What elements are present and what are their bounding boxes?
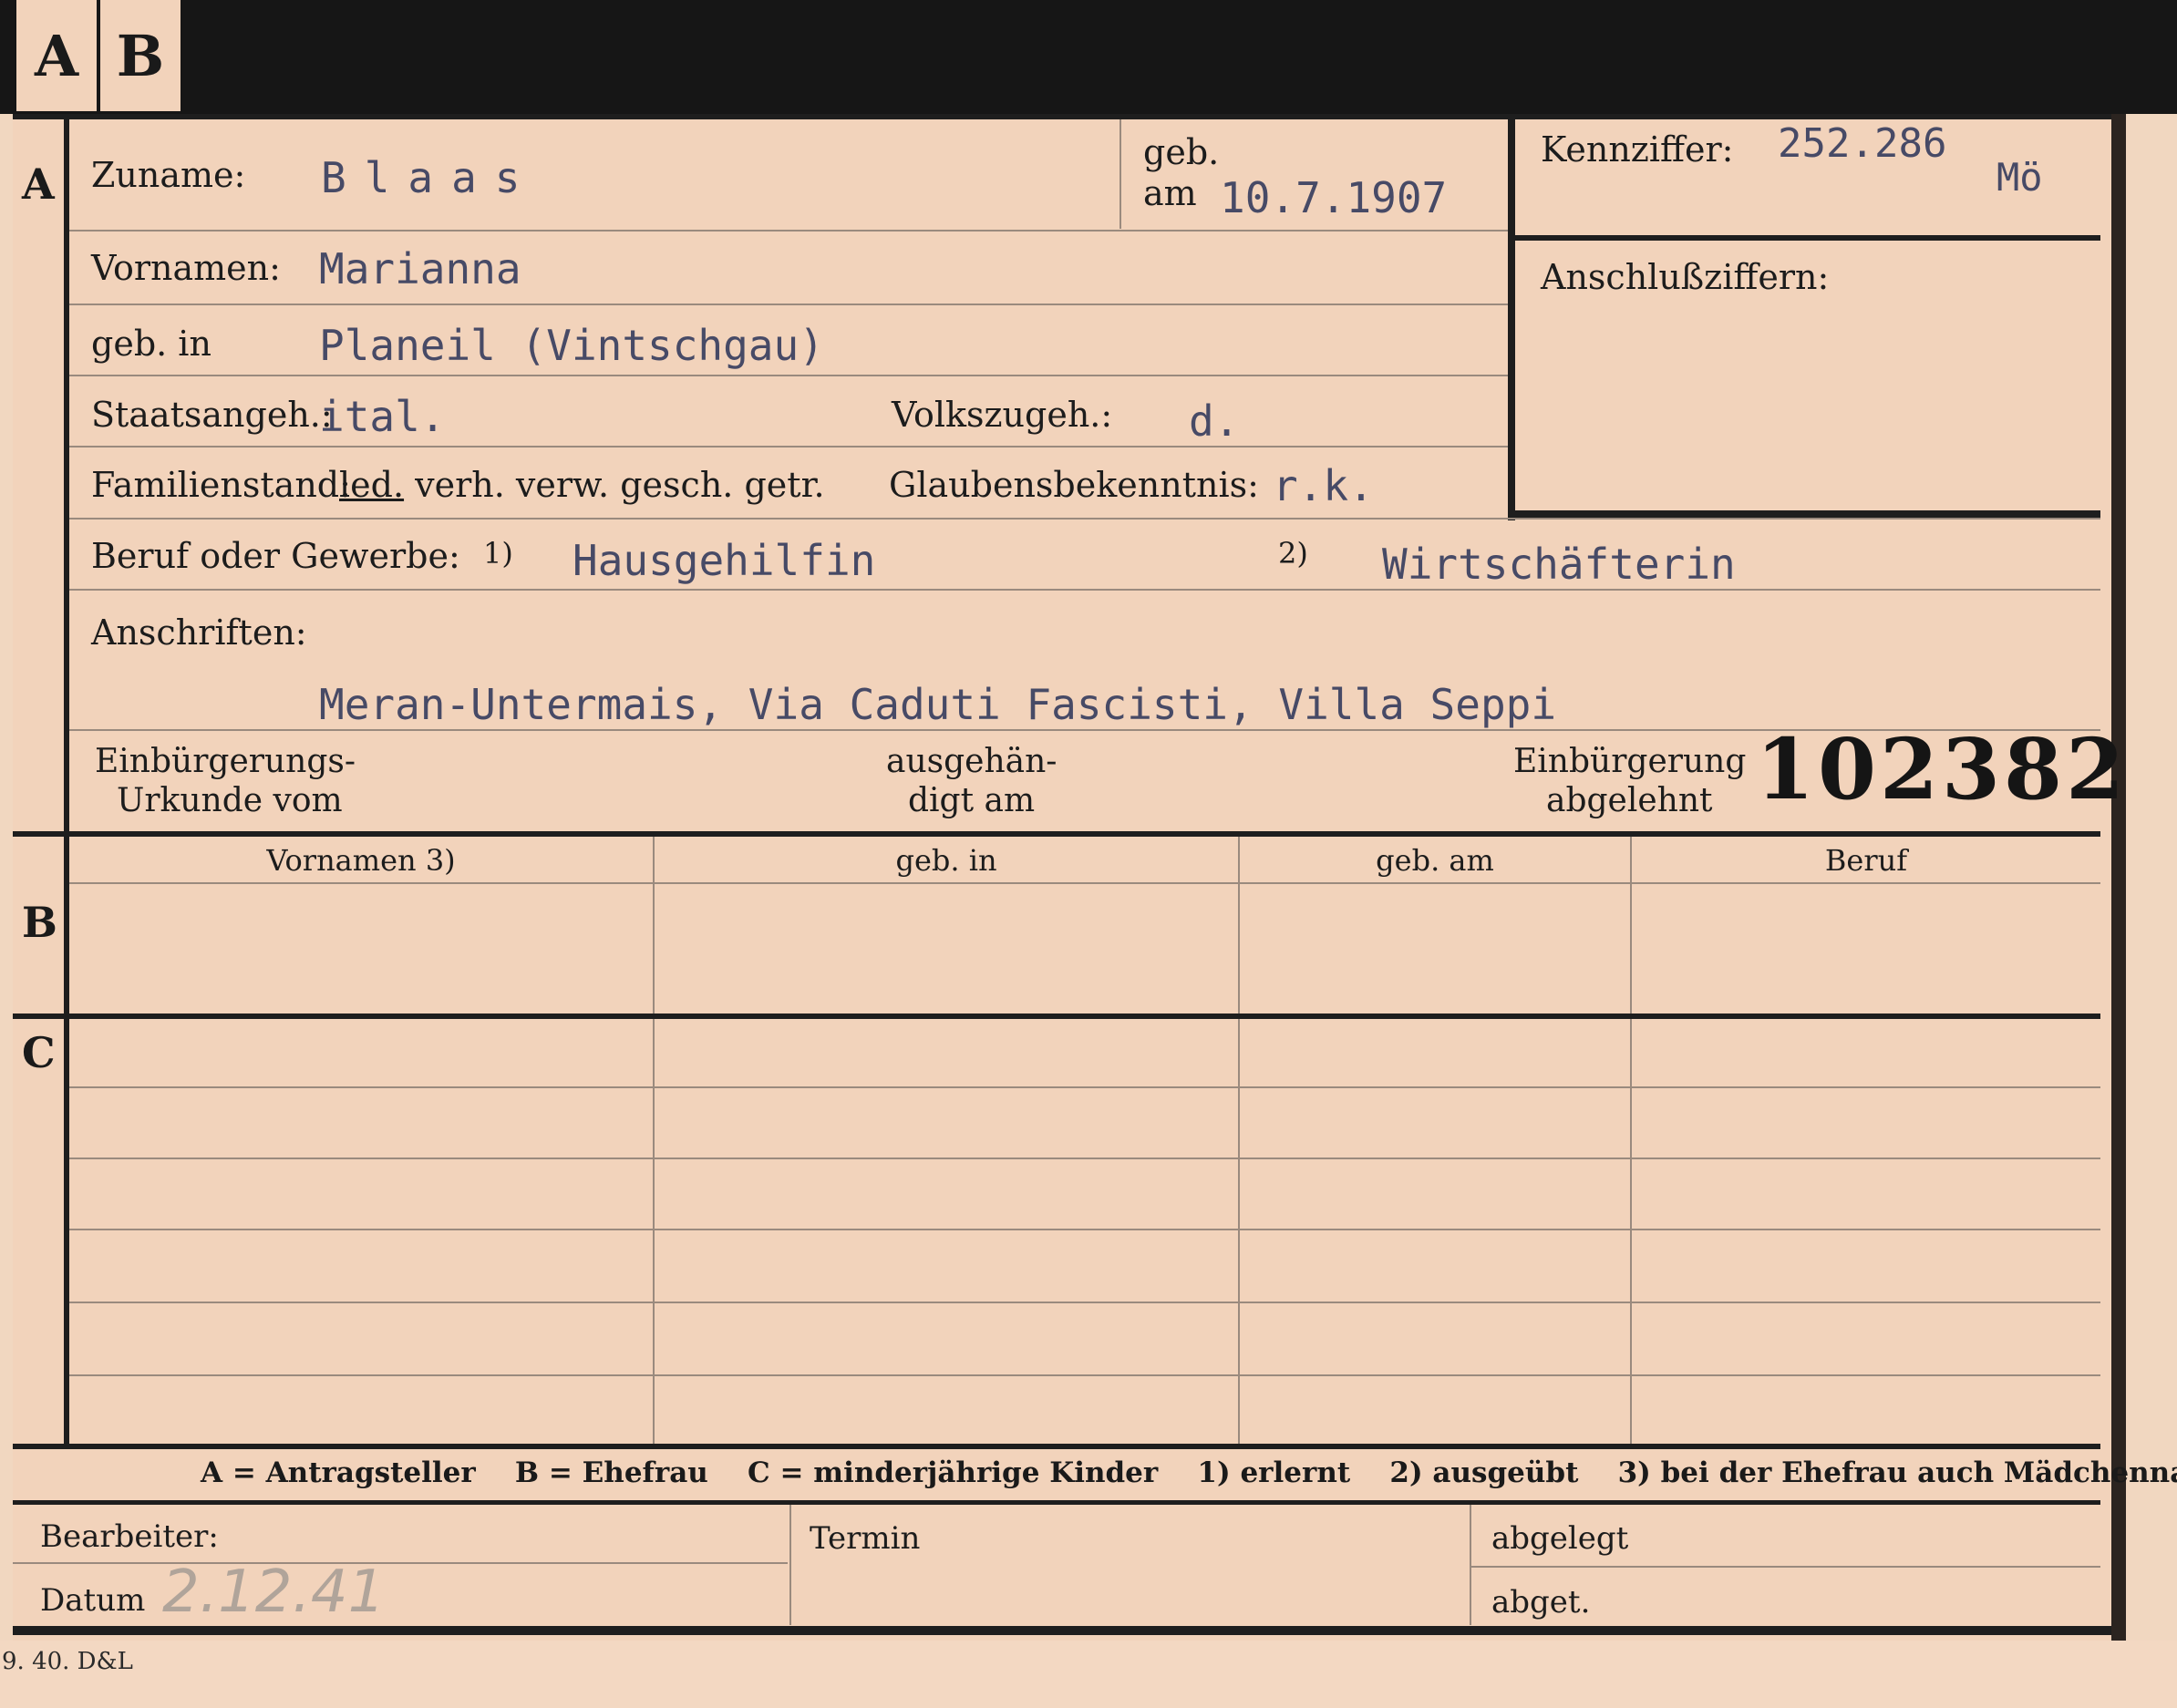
top-dark-edge bbox=[0, 0, 2177, 114]
col-header-gebin: geb. in bbox=[895, 843, 997, 878]
familien-option-verh: verh. bbox=[415, 465, 505, 505]
tab-a-label: A bbox=[34, 22, 79, 89]
row-line-5 bbox=[69, 518, 2100, 520]
kennziffer-box-divider bbox=[1515, 235, 2100, 241]
c-row-line-5 bbox=[69, 1374, 2100, 1376]
row-line-2 bbox=[69, 304, 1508, 305]
anschluss-label: Anschlußziffern: bbox=[1541, 257, 1830, 297]
familien-options: led. verh. verw. gesch. getr. bbox=[339, 465, 825, 505]
section-c-label: C bbox=[22, 1028, 56, 1077]
col-header-gebam: geb. am bbox=[1376, 843, 1494, 878]
footer-divider-2 bbox=[1470, 1505, 1471, 1625]
col-header-vornamen: Vornamen 3) bbox=[266, 843, 456, 878]
staats-label: Staatsangeh.: bbox=[91, 395, 333, 435]
abgelegt-label: abgelegt bbox=[1491, 1520, 1629, 1557]
tab-b-label: B bbox=[116, 22, 165, 89]
legend-note-2: 2) ausgeübt bbox=[1389, 1456, 1579, 1489]
geb-divider bbox=[1119, 119, 1121, 229]
anschriften-label: Anschriften: bbox=[91, 612, 307, 653]
gebin-value: Planeil (Vintschgau) bbox=[319, 321, 824, 370]
bearbeiter-line bbox=[13, 1562, 788, 1564]
print-code: 9. 40. D&L bbox=[2, 1648, 133, 1675]
bearbeiter-label: Bearbeiter: bbox=[40, 1518, 219, 1555]
col-divider-1 bbox=[653, 837, 655, 1446]
ausgehaen-label-1: ausgehän- bbox=[886, 743, 1058, 780]
kennziffer-label: Kennziffer: bbox=[1541, 129, 1734, 170]
c-row-line-4 bbox=[69, 1302, 2100, 1303]
abgelehnt-label-2: abgelehnt bbox=[1546, 782, 1713, 819]
kennziffer-box-left bbox=[1508, 119, 1515, 520]
tab-a[interactable]: A bbox=[16, 0, 97, 111]
footer-divider-1 bbox=[789, 1505, 791, 1625]
legend-c: C = minderjährige Kinder bbox=[748, 1456, 1159, 1489]
abgelehnt-label-1: Einbürgerung bbox=[1513, 743, 1747, 780]
familien-option-led: led. bbox=[339, 465, 405, 505]
ausgehaen-label-2: digt am bbox=[908, 782, 1036, 819]
c-row-line-2 bbox=[69, 1158, 2100, 1159]
geb-label: geb. bbox=[1143, 132, 1220, 172]
volks-label: Volkszugeh.: bbox=[892, 395, 1113, 435]
beruf-value-2: Wirtschäfterin bbox=[1382, 540, 1736, 589]
legend-a: A = Antragsteller bbox=[201, 1456, 476, 1489]
section-a-label: A bbox=[22, 159, 55, 209]
staats-value: ital. bbox=[319, 392, 446, 441]
urkunde-label-2: Urkunde vom bbox=[117, 782, 343, 819]
row-line-6 bbox=[69, 589, 2100, 591]
glaubens-value: r.k. bbox=[1273, 461, 1374, 510]
col-divider-2 bbox=[1238, 837, 1240, 1446]
geb-am-value: 10.7.1907 bbox=[1220, 173, 1448, 222]
zuname-label: Zuname: bbox=[91, 155, 246, 195]
row-line-1 bbox=[69, 230, 1508, 232]
beruf-mark-2: 2) bbox=[1278, 536, 1308, 571]
datum-value: 2.12.41 bbox=[162, 1559, 386, 1626]
legend-note-1: 1) erlernt bbox=[1197, 1456, 1351, 1489]
anschriften-value: Meran-Untermais, Via Caduti Fascisti, Vi… bbox=[319, 680, 1557, 729]
volks-value: d. bbox=[1189, 396, 1240, 446]
frame-top bbox=[13, 114, 2111, 119]
vornamen-label: Vornamen: bbox=[91, 248, 281, 288]
tab-b[interactable]: B bbox=[100, 0, 181, 111]
legend-b: B = Ehefrau bbox=[514, 1456, 708, 1489]
stamp-number: 102382 bbox=[1756, 720, 2129, 818]
datum-label: Datum bbox=[40, 1582, 146, 1619]
vornamen-value: Marianna bbox=[319, 244, 521, 293]
col-header-beruf: Beruf bbox=[1824, 843, 1908, 878]
familien-label: Familienstand: bbox=[91, 465, 351, 505]
zuname-value: Blaas bbox=[321, 153, 539, 202]
section-a-bottom bbox=[13, 831, 2100, 837]
bottom-margin bbox=[0, 1641, 2177, 1708]
glaubens-label: Glaubensbekenntnis: bbox=[889, 465, 1259, 505]
frame-bottom bbox=[13, 1626, 2111, 1635]
familien-option-getr: getr. bbox=[744, 465, 825, 505]
section-b-bottom bbox=[13, 1013, 2100, 1019]
c-row-line-1 bbox=[69, 1086, 2100, 1088]
familien-option-gesch: gesch. bbox=[620, 465, 734, 505]
row-line-3 bbox=[69, 375, 1508, 376]
kennziffer-suffix: Mö bbox=[1996, 155, 2043, 200]
tab-separator bbox=[97, 0, 100, 111]
col-divider-3 bbox=[1630, 837, 1632, 1446]
row-line-4 bbox=[69, 446, 1508, 448]
urkunde-label-1: Einbürgerungs- bbox=[95, 743, 356, 780]
termin-label: Termin bbox=[810, 1520, 921, 1557]
beruf-mark-1: 1) bbox=[483, 536, 513, 571]
legend-row: A = Antragsteller B = Ehefrau C = minder… bbox=[201, 1456, 2177, 1489]
legend-note-3: 3) bei der Ehefrau auch Mädchenname bbox=[1617, 1456, 2177, 1489]
section-c-bottom bbox=[13, 1444, 2100, 1449]
card-edge-shadow bbox=[2111, 114, 2126, 1645]
c-row-line-3 bbox=[69, 1229, 2100, 1230]
col-header-underline bbox=[69, 882, 2100, 884]
beruf-label: Beruf oder Gewerbe: bbox=[91, 536, 460, 576]
legend-bottom bbox=[13, 1500, 2100, 1505]
am-label: am bbox=[1143, 173, 1197, 213]
section-column-divider bbox=[64, 119, 69, 1446]
abget-label: abget. bbox=[1491, 1584, 1591, 1621]
beruf-value-1: Hausgehilfin bbox=[573, 536, 876, 585]
kennziffer-value: 252.286 bbox=[1778, 120, 1947, 167]
abgelegt-line bbox=[1471, 1566, 2100, 1568]
familien-option-verw: verw. bbox=[515, 465, 610, 505]
gebin-label: geb. in bbox=[91, 324, 212, 364]
section-b-label: B bbox=[22, 898, 57, 947]
